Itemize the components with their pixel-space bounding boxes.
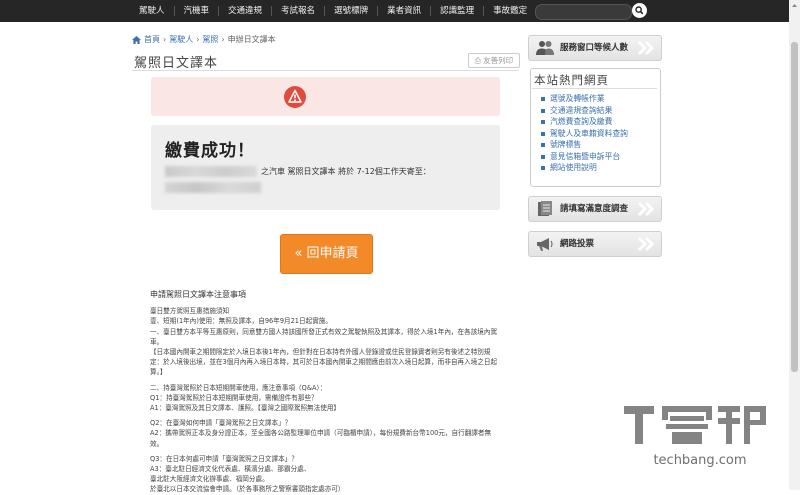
service-queue-label: 服務窗口等候人數 bbox=[560, 43, 629, 53]
breadcrumb-driver[interactable]: 駕駛人 bbox=[169, 34, 193, 45]
survey-label: 請填寫滿意度調查 bbox=[560, 204, 629, 214]
breadcrumb-current: 申辦日文譯本 bbox=[227, 35, 276, 44]
hot-pages-divider bbox=[532, 88, 657, 89]
search-icon bbox=[635, 6, 644, 15]
hot-link-plate-selection[interactable]: 選號及轉帳作業 bbox=[541, 93, 628, 105]
hot-pages-list: 選號及轉帳作業 交通違規查詢結果 汽燃費查詢及繳費 駕駛人及車籍資料查詢 號牌標… bbox=[541, 93, 628, 174]
top-nav-bar: 駕駛人 汽機車 交通違規 考試報名 選號標牌 業者資訊 認識監理 事故鑑定 bbox=[0, 0, 800, 22]
techbang-watermark-logo: techbang.com bbox=[624, 406, 766, 468]
notes-section: 申請駕照日文譯本注意事項 臺日雙方駕照互惠措施須知 壹、短期(1年內)使用：無照… bbox=[150, 290, 500, 495]
page-title: 駕照日文譯本 bbox=[134, 56, 219, 71]
search-button[interactable] bbox=[632, 3, 647, 18]
watermark-domain: techbang.com bbox=[653, 453, 746, 468]
back-to-application-button[interactable]: « 回申請頁 bbox=[280, 234, 373, 274]
top-nav-items: 駕駛人 汽機車 交通違規 考試報名 選號標牌 業者資訊 認識監理 事故鑑定 bbox=[125, 0, 536, 22]
vote-button[interactable]: 網路投票 bbox=[528, 231, 662, 257]
notes-paragraph: 壹、短期(1年內)使用：無照及譯本，自96年9月21日起實施。 bbox=[150, 317, 332, 326]
page-scrollbar[interactable] bbox=[789, 0, 800, 490]
double-chevron-right-icon bbox=[637, 236, 655, 252]
hot-pages-title: 本站熱門網頁 bbox=[534, 73, 609, 87]
success-message: 之汽車 駕照日文譯本 將於 7-12個工作天寄至： bbox=[261, 167, 431, 176]
breadcrumb-license[interactable]: 駕照 bbox=[202, 34, 218, 45]
notes-paragraph: 一、臺日雙方本平等互惠原則，同意雙方國人持該國所發正式有效之駕駛執照及其譯本，得… bbox=[150, 327, 498, 346]
double-chevron-right-icon bbox=[637, 40, 655, 56]
notes-paragraph: 【日本國內開車之期間限定於入境日本後1年內，但針對在日本持有外國人登錄證或住民登… bbox=[150, 348, 498, 377]
breadcrumb-separator: › bbox=[221, 35, 225, 44]
nav-item-business[interactable]: 業者資訊 bbox=[377, 6, 430, 16]
nav-item-driver[interactable]: 駕駛人 bbox=[125, 6, 174, 16]
success-title: 繳費成功！ bbox=[165, 141, 255, 161]
notes-paragraph: Q1：持臺灣駕照於日本短期開車使用，需備證件有那些？ bbox=[150, 393, 318, 402]
vote-label: 網路投票 bbox=[560, 239, 595, 249]
notes-paragraph: 臺日雙方駕照互惠措施須知 bbox=[150, 307, 230, 316]
notes-paragraph: A1：臺灣駕照及其日文譯本、護照。【臺灣之國際駕照無法使用】 bbox=[150, 404, 341, 413]
document-icon bbox=[538, 201, 552, 216]
warning-icon bbox=[284, 86, 306, 108]
notes-paragraph: A2：攜帶駕照正本及身分證正本，至全國各公路監理單位申請（可臨櫃申請），每份規費… bbox=[150, 429, 492, 448]
breadcrumb: 首頁 › 駕駛人 › 駕照 › 申辦日文譯本 bbox=[132, 34, 276, 45]
redacted-mailing-address bbox=[165, 182, 261, 193]
nav-item-violation[interactable]: 交通違規 bbox=[218, 6, 271, 16]
hot-link-plate-auction[interactable]: 號牌標售 bbox=[541, 139, 628, 151]
hot-link-driver-vehicle-query[interactable]: 駕駛人及車籍資料查詢 bbox=[541, 128, 628, 140]
title-divider bbox=[132, 70, 519, 71]
print-label: 友善列印 bbox=[483, 56, 514, 65]
nav-item-vehicle[interactable]: 汽機車 bbox=[173, 6, 219, 16]
scroll-up-icon[interactable] bbox=[791, 2, 798, 9]
double-chevron-right-icon bbox=[637, 201, 655, 217]
search-input[interactable] bbox=[535, 4, 632, 20]
service-queue-button[interactable]: 服務窗口等候人數 bbox=[528, 35, 662, 61]
notes-paragraph: Q3：在日本何處可申請「臺灣駕照之日文譯本」？ bbox=[150, 454, 298, 463]
breadcrumb-separator: › bbox=[196, 35, 200, 44]
notes-paragraph: Q2：在臺灣如何申請「臺灣駕照之日文譯本」？ bbox=[150, 419, 292, 428]
print-button[interactable]: ⎙ 友善列印 bbox=[468, 53, 520, 68]
survey-button[interactable]: 請填寫滿意度調查 bbox=[528, 196, 662, 222]
print-icon: ⎙ bbox=[474, 56, 481, 65]
home-icon bbox=[132, 35, 141, 44]
nav-item-about[interactable]: 認識監理 bbox=[430, 6, 483, 16]
nav-item-accident[interactable]: 事故鑑定 bbox=[483, 6, 536, 16]
nav-item-plate[interactable]: 選號標牌 bbox=[324, 6, 377, 16]
error-alert-box bbox=[151, 77, 500, 116]
redacted-applicant-name bbox=[165, 166, 257, 177]
hot-link-fuel-fee[interactable]: 汽燃費查詢及繳費 bbox=[541, 116, 628, 128]
megaphone-icon bbox=[537, 238, 553, 251]
notes-heading: 申請駕照日文譯本注意事項 bbox=[150, 290, 246, 299]
scrollbar-thumb[interactable] bbox=[791, 42, 798, 372]
hot-link-site-help[interactable]: 網站使用說明 bbox=[541, 162, 628, 174]
notes-paragraph: A3：臺北駐日經濟文化代表處、橫濱分處、那霸分處、 bbox=[150, 465, 311, 474]
notes-paragraph: 臺北駐大阪經濟文化辦事處、福岡分處。 bbox=[150, 475, 269, 484]
hot-link-violation-results[interactable]: 交通違規查詢結果 bbox=[541, 105, 628, 117]
breadcrumb-separator: › bbox=[163, 35, 167, 44]
nav-item-exam[interactable]: 考試報名 bbox=[271, 6, 324, 16]
breadcrumb-home[interactable]: 首頁 bbox=[144, 34, 160, 45]
people-icon bbox=[536, 41, 554, 55]
notes-paragraph: 二、持臺灣駕照於日本短期開車使用，應注意事項（Q&A）： bbox=[150, 383, 327, 392]
hot-link-feedback[interactable]: 意見信箱暨申訴平台 bbox=[541, 151, 628, 163]
